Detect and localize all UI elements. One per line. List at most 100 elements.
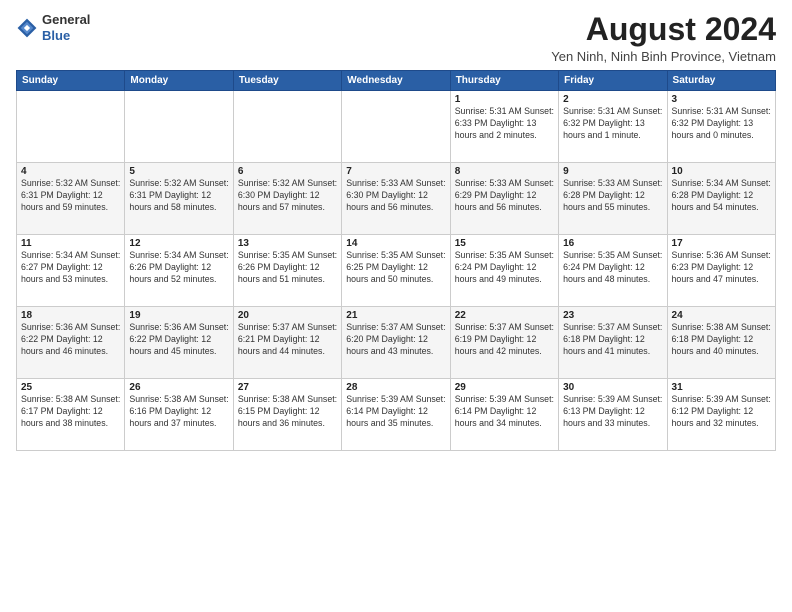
day-number: 6 bbox=[238, 166, 337, 177]
day-info: Sunrise: 5:35 AM Sunset: 6:24 PM Dayligh… bbox=[563, 250, 662, 286]
logo-text: General Blue bbox=[42, 12, 90, 43]
day-info: Sunrise: 5:34 AM Sunset: 6:26 PM Dayligh… bbox=[129, 250, 228, 286]
calendar-week-2: 11Sunrise: 5:34 AM Sunset: 6:27 PM Dayli… bbox=[17, 235, 776, 307]
col-friday: Friday bbox=[559, 71, 667, 91]
table-row bbox=[125, 91, 233, 163]
table-row: 11Sunrise: 5:34 AM Sunset: 6:27 PM Dayli… bbox=[17, 235, 125, 307]
day-info: Sunrise: 5:39 AM Sunset: 6:14 PM Dayligh… bbox=[455, 394, 554, 430]
day-number: 11 bbox=[21, 238, 120, 249]
table-row: 7Sunrise: 5:33 AM Sunset: 6:30 PM Daylig… bbox=[342, 163, 450, 235]
table-row: 2Sunrise: 5:31 AM Sunset: 6:32 PM Daylig… bbox=[559, 91, 667, 163]
day-info: Sunrise: 5:33 AM Sunset: 6:29 PM Dayligh… bbox=[455, 178, 554, 214]
day-info: Sunrise: 5:38 AM Sunset: 6:17 PM Dayligh… bbox=[21, 394, 120, 430]
table-row: 30Sunrise: 5:39 AM Sunset: 6:13 PM Dayli… bbox=[559, 379, 667, 451]
day-info: Sunrise: 5:35 AM Sunset: 6:26 PM Dayligh… bbox=[238, 250, 337, 286]
table-row: 19Sunrise: 5:36 AM Sunset: 6:22 PM Dayli… bbox=[125, 307, 233, 379]
day-info: Sunrise: 5:31 AM Sunset: 6:32 PM Dayligh… bbox=[563, 106, 662, 142]
day-info: Sunrise: 5:39 AM Sunset: 6:12 PM Dayligh… bbox=[672, 394, 771, 430]
day-number: 18 bbox=[21, 310, 120, 321]
col-sunday: Sunday bbox=[17, 71, 125, 91]
table-row: 1Sunrise: 5:31 AM Sunset: 6:33 PM Daylig… bbox=[450, 91, 558, 163]
day-info: Sunrise: 5:32 AM Sunset: 6:31 PM Dayligh… bbox=[129, 178, 228, 214]
calendar-week-4: 25Sunrise: 5:38 AM Sunset: 6:17 PM Dayli… bbox=[17, 379, 776, 451]
day-number: 3 bbox=[672, 94, 771, 105]
table-row: 24Sunrise: 5:38 AM Sunset: 6:18 PM Dayli… bbox=[667, 307, 775, 379]
table-row: 13Sunrise: 5:35 AM Sunset: 6:26 PM Dayli… bbox=[233, 235, 341, 307]
day-number: 20 bbox=[238, 310, 337, 321]
table-row: 12Sunrise: 5:34 AM Sunset: 6:26 PM Dayli… bbox=[125, 235, 233, 307]
table-row: 17Sunrise: 5:36 AM Sunset: 6:23 PM Dayli… bbox=[667, 235, 775, 307]
day-number: 7 bbox=[346, 166, 445, 177]
table-row: 20Sunrise: 5:37 AM Sunset: 6:21 PM Dayli… bbox=[233, 307, 341, 379]
day-info: Sunrise: 5:38 AM Sunset: 6:18 PM Dayligh… bbox=[672, 322, 771, 358]
col-monday: Monday bbox=[125, 71, 233, 91]
table-row: 4Sunrise: 5:32 AM Sunset: 6:31 PM Daylig… bbox=[17, 163, 125, 235]
col-wednesday: Wednesday bbox=[342, 71, 450, 91]
title-block: August 2024 Yen Ninh, Ninh Binh Province… bbox=[551, 12, 776, 64]
day-info: Sunrise: 5:37 AM Sunset: 6:21 PM Dayligh… bbox=[238, 322, 337, 358]
table-row: 8Sunrise: 5:33 AM Sunset: 6:29 PM Daylig… bbox=[450, 163, 558, 235]
day-info: Sunrise: 5:36 AM Sunset: 6:23 PM Dayligh… bbox=[672, 250, 771, 286]
table-row: 22Sunrise: 5:37 AM Sunset: 6:19 PM Dayli… bbox=[450, 307, 558, 379]
day-number: 30 bbox=[563, 382, 662, 393]
day-number: 31 bbox=[672, 382, 771, 393]
day-info: Sunrise: 5:36 AM Sunset: 6:22 PM Dayligh… bbox=[21, 322, 120, 358]
day-info: Sunrise: 5:31 AM Sunset: 6:32 PM Dayligh… bbox=[672, 106, 771, 142]
day-number: 15 bbox=[455, 238, 554, 249]
day-number: 13 bbox=[238, 238, 337, 249]
calendar-header-row: Sunday Monday Tuesday Wednesday Thursday… bbox=[17, 71, 776, 91]
logo: General Blue bbox=[16, 12, 90, 43]
day-info: Sunrise: 5:39 AM Sunset: 6:14 PM Dayligh… bbox=[346, 394, 445, 430]
table-row: 10Sunrise: 5:34 AM Sunset: 6:28 PM Dayli… bbox=[667, 163, 775, 235]
table-row: 16Sunrise: 5:35 AM Sunset: 6:24 PM Dayli… bbox=[559, 235, 667, 307]
day-info: Sunrise: 5:38 AM Sunset: 6:15 PM Dayligh… bbox=[238, 394, 337, 430]
day-info: Sunrise: 5:37 AM Sunset: 6:18 PM Dayligh… bbox=[563, 322, 662, 358]
day-info: Sunrise: 5:39 AM Sunset: 6:13 PM Dayligh… bbox=[563, 394, 662, 430]
day-number: 8 bbox=[455, 166, 554, 177]
day-number: 21 bbox=[346, 310, 445, 321]
day-info: Sunrise: 5:32 AM Sunset: 6:30 PM Dayligh… bbox=[238, 178, 337, 214]
table-row: 21Sunrise: 5:37 AM Sunset: 6:20 PM Dayli… bbox=[342, 307, 450, 379]
day-info: Sunrise: 5:33 AM Sunset: 6:30 PM Dayligh… bbox=[346, 178, 445, 214]
calendar-week-1: 4Sunrise: 5:32 AM Sunset: 6:31 PM Daylig… bbox=[17, 163, 776, 235]
day-info: Sunrise: 5:34 AM Sunset: 6:27 PM Dayligh… bbox=[21, 250, 120, 286]
day-number: 9 bbox=[563, 166, 662, 177]
day-number: 17 bbox=[672, 238, 771, 249]
table-row: 31Sunrise: 5:39 AM Sunset: 6:12 PM Dayli… bbox=[667, 379, 775, 451]
table-row: 25Sunrise: 5:38 AM Sunset: 6:17 PM Dayli… bbox=[17, 379, 125, 451]
day-info: Sunrise: 5:35 AM Sunset: 6:25 PM Dayligh… bbox=[346, 250, 445, 286]
table-row: 5Sunrise: 5:32 AM Sunset: 6:31 PM Daylig… bbox=[125, 163, 233, 235]
subtitle: Yen Ninh, Ninh Binh Province, Vietnam bbox=[551, 49, 776, 64]
table-row: 6Sunrise: 5:32 AM Sunset: 6:30 PM Daylig… bbox=[233, 163, 341, 235]
col-tuesday: Tuesday bbox=[233, 71, 341, 91]
calendar-week-0: 1Sunrise: 5:31 AM Sunset: 6:33 PM Daylig… bbox=[17, 91, 776, 163]
table-row bbox=[233, 91, 341, 163]
day-number: 25 bbox=[21, 382, 120, 393]
day-info: Sunrise: 5:36 AM Sunset: 6:22 PM Dayligh… bbox=[129, 322, 228, 358]
day-number: 1 bbox=[455, 94, 554, 105]
table-row: 14Sunrise: 5:35 AM Sunset: 6:25 PM Dayli… bbox=[342, 235, 450, 307]
header: General Blue August 2024 Yen Ninh, Ninh … bbox=[16, 12, 776, 64]
table-row: 29Sunrise: 5:39 AM Sunset: 6:14 PM Dayli… bbox=[450, 379, 558, 451]
table-row: 28Sunrise: 5:39 AM Sunset: 6:14 PM Dayli… bbox=[342, 379, 450, 451]
day-number: 22 bbox=[455, 310, 554, 321]
table-row: 27Sunrise: 5:38 AM Sunset: 6:15 PM Dayli… bbox=[233, 379, 341, 451]
day-info: Sunrise: 5:33 AM Sunset: 6:28 PM Dayligh… bbox=[563, 178, 662, 214]
day-number: 4 bbox=[21, 166, 120, 177]
day-info: Sunrise: 5:37 AM Sunset: 6:19 PM Dayligh… bbox=[455, 322, 554, 358]
table-row: 26Sunrise: 5:38 AM Sunset: 6:16 PM Dayli… bbox=[125, 379, 233, 451]
day-info: Sunrise: 5:32 AM Sunset: 6:31 PM Dayligh… bbox=[21, 178, 120, 214]
calendar: Sunday Monday Tuesday Wednesday Thursday… bbox=[16, 70, 776, 451]
day-number: 14 bbox=[346, 238, 445, 249]
day-info: Sunrise: 5:38 AM Sunset: 6:16 PM Dayligh… bbox=[129, 394, 228, 430]
col-saturday: Saturday bbox=[667, 71, 775, 91]
table-row: 18Sunrise: 5:36 AM Sunset: 6:22 PM Dayli… bbox=[17, 307, 125, 379]
table-row: 23Sunrise: 5:37 AM Sunset: 6:18 PM Dayli… bbox=[559, 307, 667, 379]
page: General Blue August 2024 Yen Ninh, Ninh … bbox=[0, 0, 792, 612]
table-row bbox=[17, 91, 125, 163]
calendar-week-3: 18Sunrise: 5:36 AM Sunset: 6:22 PM Dayli… bbox=[17, 307, 776, 379]
day-info: Sunrise: 5:31 AM Sunset: 6:33 PM Dayligh… bbox=[455, 106, 554, 142]
day-number: 26 bbox=[129, 382, 228, 393]
logo-icon bbox=[16, 17, 38, 39]
day-number: 28 bbox=[346, 382, 445, 393]
